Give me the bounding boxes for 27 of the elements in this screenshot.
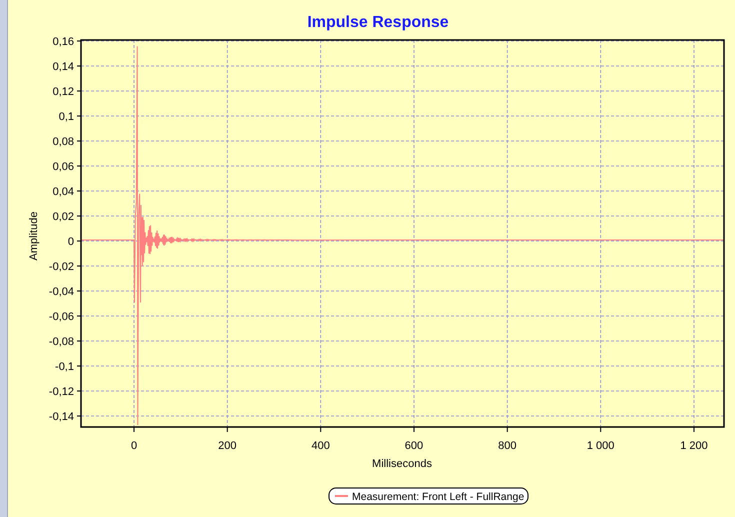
y-tick-label: -0,06	[48, 311, 74, 323]
y-tick-label: -0,14	[48, 411, 74, 423]
x-tick-label: 800	[498, 440, 516, 452]
y-tick-label: 0,06	[52, 161, 74, 173]
y-tick-label: -0,12	[48, 386, 74, 398]
y-tick-label: 0,08	[52, 136, 74, 148]
legend: Measurement: Front Left - FullRange	[328, 488, 528, 504]
x-tick-label: 200	[218, 440, 236, 452]
y-tick-label: 0	[68, 236, 74, 248]
y-axis-label: Amplitude	[28, 212, 40, 260]
y-tick-label: 0,1	[58, 111, 74, 123]
chart-title: Impulse Response	[307, 14, 449, 31]
x-axis-label: Milliseconds	[372, 458, 432, 470]
y-tick-label: -0,1	[55, 361, 74, 373]
y-tick-label: 0,14	[52, 61, 74, 73]
x-tick-label: 600	[404, 440, 424, 452]
x-tick-label: 1 000	[586, 440, 614, 452]
y-tick-label: -0,08	[48, 336, 74, 348]
y-tick-label: -0,04	[48, 286, 74, 298]
y-tick-label: -0,02	[48, 261, 74, 273]
y-tick-label: 0,04	[52, 186, 74, 198]
x-tick-label: 1 200	[680, 440, 708, 452]
y-tick-label: 0,02	[52, 211, 74, 223]
x-tick-label: 400	[311, 440, 330, 452]
x-tick-label: 0	[130, 440, 138, 452]
y-tick-label: 0,12	[52, 86, 74, 98]
y-tick-label: 0,16	[52, 36, 74, 48]
